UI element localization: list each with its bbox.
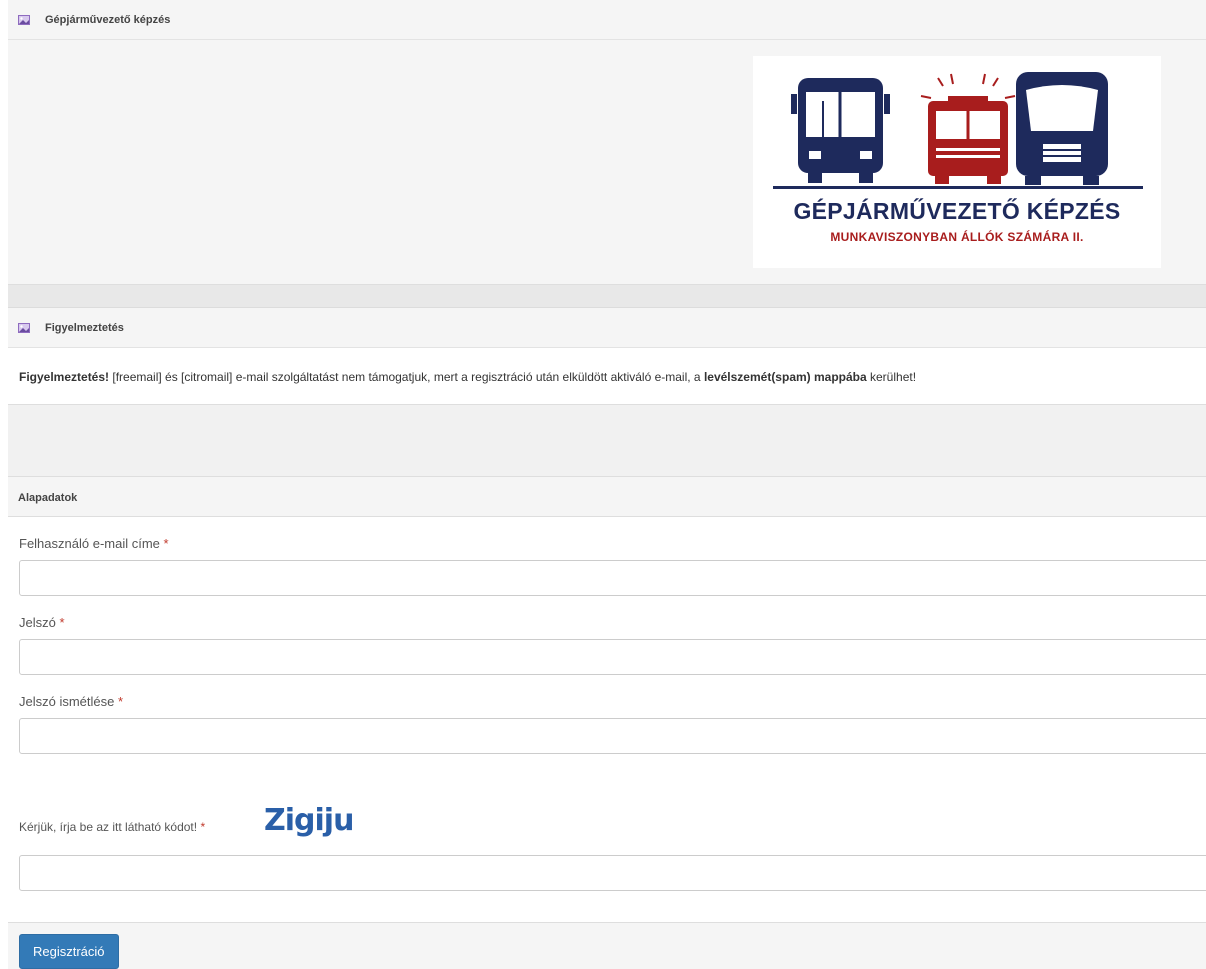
- vehicles-illustration: [773, 72, 1143, 189]
- password-repeat-input[interactable]: [19, 718, 1206, 754]
- warning-text-2: kerülhet!: [866, 370, 917, 384]
- captcha-label-text: Kérjük, írja be az itt látható kódot!: [19, 820, 198, 834]
- warning-text-1: [freemail] és [citromail] e-mail szolgál…: [109, 370, 704, 384]
- form-section-header: Alapadatok: [8, 477, 1206, 517]
- image-icon: [18, 14, 30, 25]
- captcha-label: Kérjük, írja be az itt látható kódot! *: [19, 820, 205, 834]
- password-label-text: Jelszó: [19, 615, 56, 630]
- form-footer: [8, 922, 1206, 969]
- warning-panel-header: Figyelmeztetés: [8, 308, 1206, 348]
- captcha-image: Zigiju: [253, 801, 382, 852]
- password-repeat-label: Jelszó ismétlése *: [19, 694, 123, 709]
- required-mark: *: [118, 694, 124, 709]
- required-mark: *: [163, 536, 169, 551]
- email-label-text: Felhasználó e-mail címe: [19, 536, 160, 551]
- password-repeat-label-text: Jelszó ismétlése: [19, 694, 115, 709]
- warning-lead: Figyelmeztetés!: [19, 370, 110, 384]
- warning-message: Figyelmeztetés! [freemail] és [citromail…: [19, 370, 916, 384]
- logo-image: GÉPJÁRMŰVEZETŐ KÉPZÉS MUNKAVISZONYBAN ÁL…: [753, 56, 1161, 268]
- captcha-code: Zigiju: [264, 803, 354, 838]
- email-label: Felhasználó e-mail címe *: [19, 536, 169, 551]
- logo-title: GÉPJÁRMŰVEZETŐ KÉPZÉS: [793, 198, 1121, 224]
- section-separator: [8, 285, 1206, 308]
- warning-title: Figyelmeztetés: [45, 321, 124, 334]
- required-mark: *: [59, 615, 65, 630]
- password-input[interactable]: [19, 639, 1206, 675]
- captcha-input[interactable]: [19, 855, 1206, 891]
- banner-panel-header: Gépjárművezető képzés: [8, 0, 1206, 40]
- image-icon: [18, 322, 30, 333]
- warning-spam-folder: levélszemét(spam) mappába: [703, 370, 867, 384]
- logo-subtitle: MUNKAVISZONYBAN ÁLLÓK SZÁMÁRA II.: [830, 230, 1084, 244]
- password-label: Jelszó *: [19, 615, 65, 630]
- banner-title: Gépjárművezető képzés: [45, 13, 171, 26]
- register-button[interactable]: Regisztráció: [19, 934, 119, 969]
- section-separator: [8, 405, 1206, 477]
- email-input[interactable]: [19, 560, 1206, 596]
- required-mark: *: [200, 820, 206, 834]
